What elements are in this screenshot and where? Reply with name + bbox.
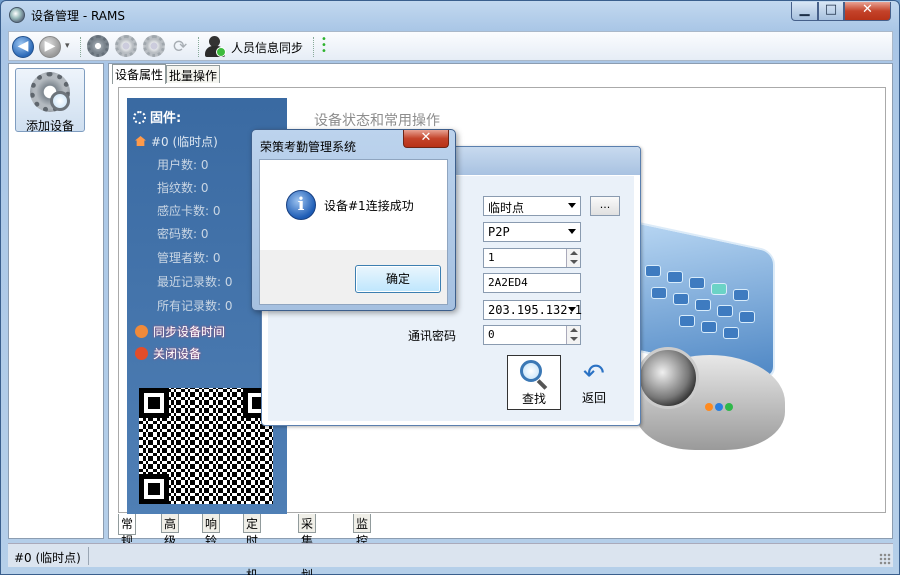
chevron-down-icon (568, 203, 576, 208)
maximize-button[interactable]: □ (818, 2, 844, 21)
toolbar-separator (313, 37, 314, 57)
server-select[interactable]: 203.195.132.1 (483, 300, 582, 320)
toolbar-separator (198, 37, 199, 57)
device-illustration (625, 219, 790, 460)
chevron-down-icon (568, 307, 576, 312)
stat-managers: 管理者数: 0 (157, 251, 221, 265)
protocol-select[interactable]: P2P (483, 222, 581, 242)
minimize-button[interactable]: ▁ (791, 2, 818, 21)
sync-device-time-link[interactable]: 同步设备时间 (135, 323, 225, 340)
toolbar: ◀ ▶ ▾ ⟳ 人员信息同步 • • • (8, 31, 893, 61)
spin-buttons-icon[interactable] (566, 326, 580, 344)
chevron-down-icon (568, 229, 576, 234)
stat-users: 用户数: 0 (157, 158, 209, 172)
tab-monitor[interactable]: 监控 (353, 514, 372, 548)
tab-advanced[interactable]: 高级 (161, 514, 180, 548)
firmware-title: 固件: (133, 107, 181, 126)
location-select[interactable]: 临时点 (483, 196, 581, 216)
title-bar[interactable]: 设备管理 - RAMS ▁ □ ✕ (1, 1, 899, 29)
magnifier-icon (50, 91, 70, 111)
serial-number-input[interactable]: 2A2ED4 (483, 273, 581, 293)
stat-all-records: 所有记录数: 0 (157, 299, 233, 313)
window-title: 设备管理 - RAMS (31, 9, 125, 23)
toolbar-separator (80, 37, 81, 57)
ok-button[interactable]: 确定 (355, 265, 441, 293)
password-label: 通讯密码 (407, 329, 456, 343)
stat-fingerprints: 指纹数: 0 (157, 181, 209, 195)
message-box-body: i 设备#1连接成功 确定 (259, 159, 448, 305)
gear-delete-icon[interactable] (143, 35, 165, 57)
sync-button-label[interactable]: 人员信息同步 (231, 39, 303, 56)
stat-cards: 感应卡数: 0 (157, 204, 221, 218)
status-section-title: 设备状态和常用操作 (314, 113, 440, 129)
message-box-close-button[interactable]: ✕ (403, 130, 449, 148)
tab-collection-plan[interactable]: 采集计划 (298, 514, 317, 575)
loading-dots-icon: • • • (321, 34, 327, 57)
device-list-panel: 添加设备 (8, 63, 104, 539)
stat-passwords: 密码数: 0 (157, 227, 209, 241)
message-text: 设备#1连接成功 (324, 199, 414, 213)
history-dropdown-icon[interactable]: ▾ (65, 41, 70, 51)
app-icon (9, 7, 25, 23)
add-device-button[interactable]: 添加设备 (15, 68, 85, 133)
find-label: 查找 (521, 392, 546, 406)
message-box-title: 荣策考勤管理系统 (260, 140, 357, 154)
refresh-icon[interactable]: ⟳ (173, 37, 187, 57)
spin-buttons-icon[interactable] (566, 249, 580, 267)
person-sync-icon[interactable] (205, 36, 226, 58)
power-icon (135, 347, 148, 360)
tab-device-properties[interactable]: 设备属性 (112, 64, 167, 84)
browse-button[interactable]: ... (590, 196, 620, 216)
house-icon (135, 136, 146, 146)
shutdown-device-link[interactable]: 关闭设备 (135, 345, 201, 362)
status-bar: #0 (临时点) (8, 543, 893, 567)
info-icon: i (286, 190, 316, 220)
back-arrow-icon[interactable]: ◀ (12, 36, 34, 58)
add-device-label: 添加设备 (25, 119, 74, 133)
tab-bell[interactable]: 响铃 (202, 514, 221, 548)
tab-timed-shutdown[interactable]: 定时关机 (243, 514, 262, 575)
qr-code-image (139, 388, 273, 504)
stat-recent-records: 最近记录数: 0 (157, 275, 233, 289)
tab-batch-operations[interactable]: 批量操作 (166, 65, 221, 83)
gear-icon (133, 111, 146, 124)
message-box: 荣策考勤管理系统 ✕ i 设备#1连接成功 确定 (251, 129, 456, 311)
close-button[interactable]: ✕ (844, 2, 891, 21)
gear-search-icon[interactable] (115, 35, 137, 57)
alarm-clock-icon (135, 325, 148, 338)
gear-add-icon[interactable] (87, 35, 109, 57)
tab-general[interactable]: 常规 (118, 514, 137, 548)
device-number-stepper[interactable]: 1 (483, 248, 581, 268)
return-label: 返回 (581, 391, 606, 405)
comm-password-stepper[interactable]: 0 (483, 325, 581, 345)
message-box-footer: 确定 (260, 250, 447, 304)
device-line: #0 (临时点) (135, 133, 218, 150)
status-text: #0 (临时点) (14, 551, 81, 565)
return-button[interactable]: ↶ 返回 (567, 355, 621, 410)
resize-grip-icon[interactable] (879, 553, 891, 565)
forward-arrow-icon[interactable]: ▶ (39, 36, 61, 58)
find-button[interactable]: 查找 (507, 355, 561, 410)
undo-arrow-icon: ↶ (583, 359, 605, 389)
